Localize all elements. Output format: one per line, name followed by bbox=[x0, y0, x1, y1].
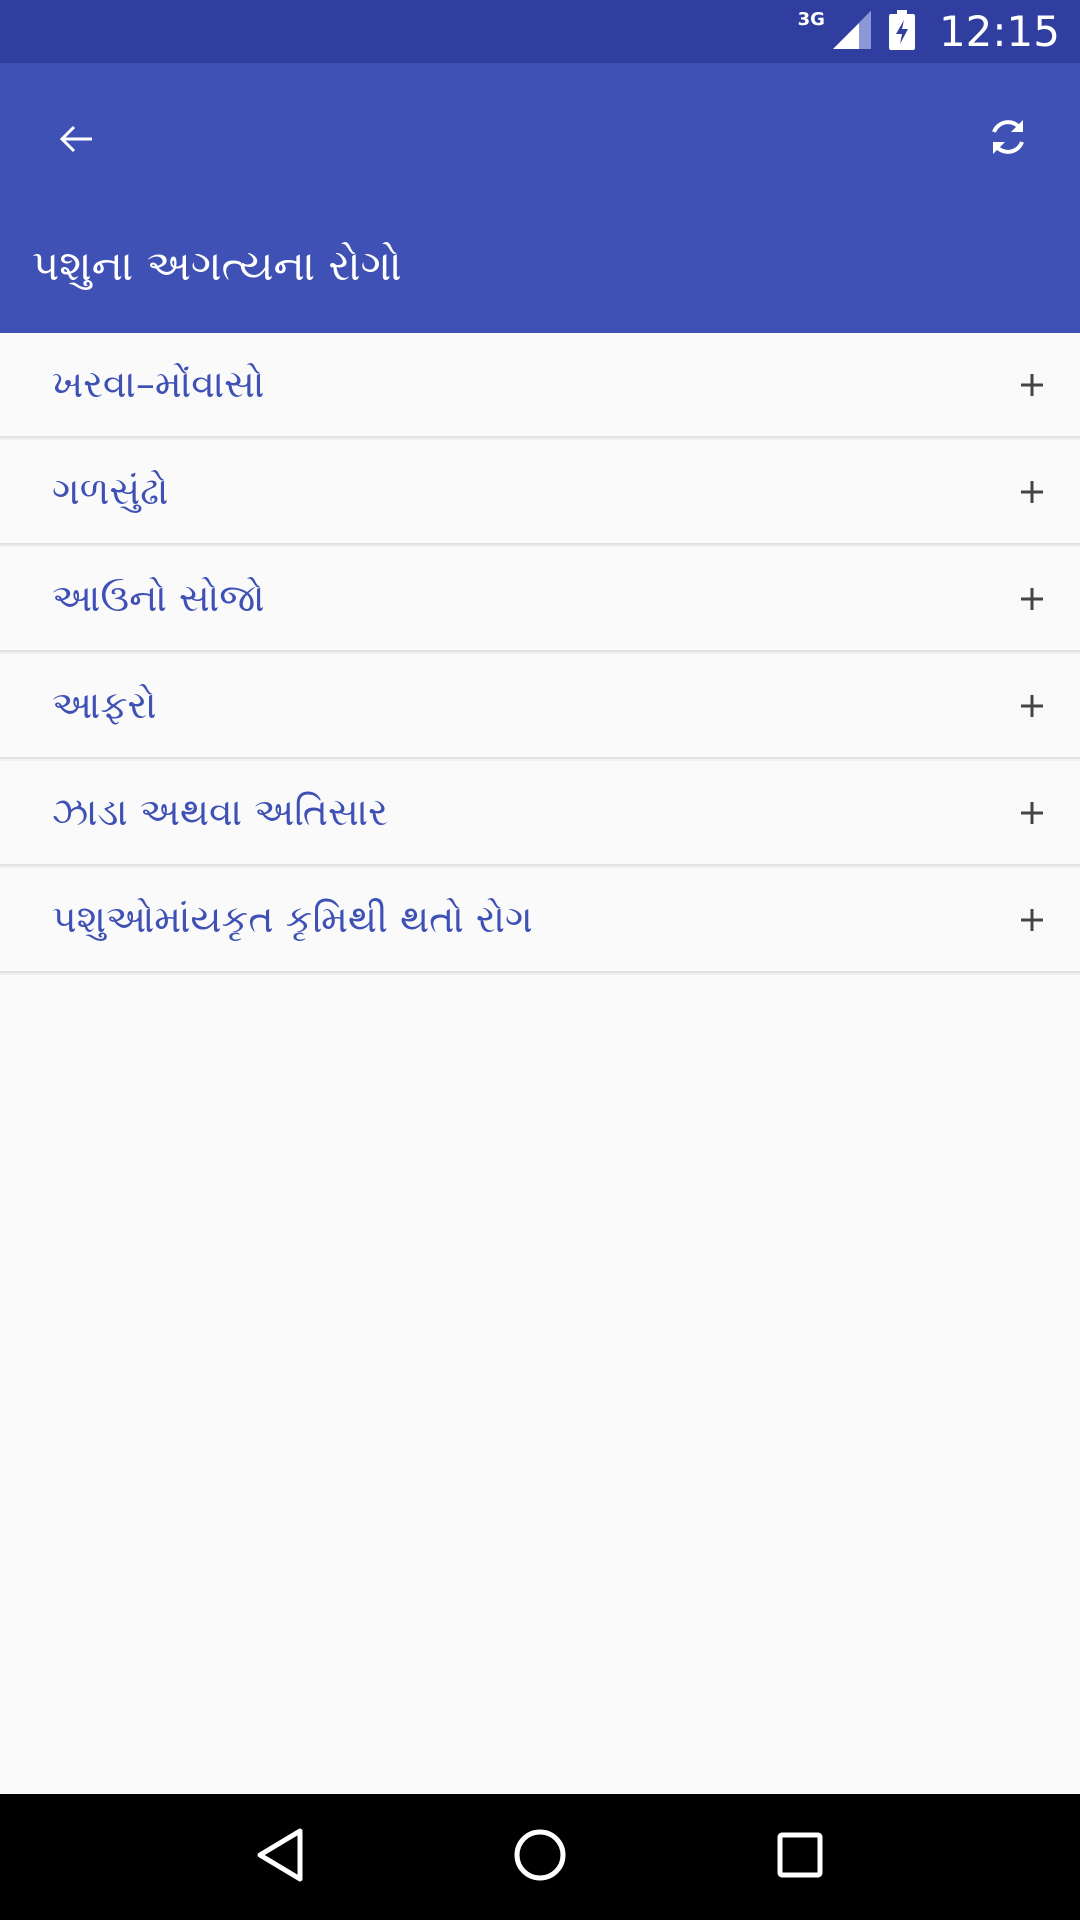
list-item[interactable]: ખરવા–મોંવાસો bbox=[0, 333, 1080, 438]
signal-icon bbox=[832, 10, 871, 53]
status-bar: 3G 12:15 bbox=[0, 0, 1080, 63]
back-button[interactable] bbox=[48, 113, 104, 169]
list-item[interactable]: આઉનો સોજો bbox=[0, 547, 1080, 652]
list-item[interactable]: પશુઓમાંયકૃત કૃમિથી થતો રોગ bbox=[0, 868, 1080, 973]
nav-home-button[interactable] bbox=[500, 1817, 580, 1897]
battery-charging-icon bbox=[888, 9, 915, 54]
list-item-label: ગળસુંઢો bbox=[52, 469, 169, 513]
recents-square-icon bbox=[776, 1831, 824, 1883]
disease-list: ખરવા–મોંવાસો ગળસુંઢો આઉનો સોજો આફરો ઝાડા… bbox=[0, 333, 1080, 975]
list-item[interactable]: ઝાડા અથવા અતિસાર bbox=[0, 761, 1080, 866]
plus-icon[interactable] bbox=[1012, 900, 1052, 940]
list-item-label: ખરવા–મોંવાસો bbox=[52, 362, 265, 406]
nav-recents-button[interactable] bbox=[760, 1817, 840, 1897]
network-type: 3G bbox=[797, 9, 825, 30]
plus-icon[interactable] bbox=[1012, 579, 1052, 619]
home-circle-icon bbox=[513, 1828, 567, 1886]
status-icons: 3G 12:15 bbox=[798, 7, 1060, 56]
back-triangle-icon bbox=[256, 1828, 304, 1886]
navigation-bar bbox=[0, 1794, 1080, 1920]
plus-icon[interactable] bbox=[1012, 365, 1052, 405]
refresh-icon bbox=[987, 116, 1029, 162]
app-bar: પશુના અગત્યના રોગો bbox=[0, 63, 1080, 333]
list-item-label: પશુઓમાંયકૃત કૃમિથી થતો રોગ bbox=[52, 897, 533, 941]
status-clock: 12:15 bbox=[938, 7, 1060, 56]
page-title: પશુના અગત્યના રોગો bbox=[32, 241, 402, 290]
list-item-label: આફરો bbox=[52, 683, 157, 727]
plus-icon[interactable] bbox=[1012, 793, 1052, 833]
arrow-back-icon bbox=[58, 124, 94, 158]
refresh-button[interactable] bbox=[976, 107, 1040, 171]
list-item-label: આઉનો સોજો bbox=[52, 576, 265, 620]
list-item[interactable]: આફરો bbox=[0, 654, 1080, 759]
list-item[interactable]: ગળસુંઢો bbox=[0, 440, 1080, 545]
plus-icon[interactable] bbox=[1012, 686, 1052, 726]
nav-back-button[interactable] bbox=[240, 1817, 320, 1897]
plus-icon[interactable] bbox=[1012, 472, 1052, 512]
list-item-label: ઝાડા અથવા અતિસાર bbox=[52, 790, 388, 834]
